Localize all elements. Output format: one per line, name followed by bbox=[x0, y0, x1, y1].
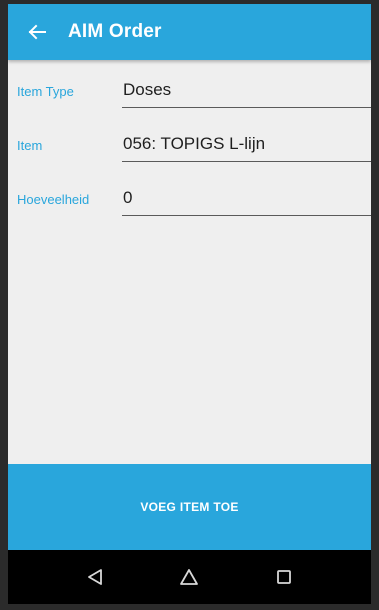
home-icon bbox=[180, 569, 199, 585]
item-select[interactable]: 056: TOPIGS L-lijn bbox=[122, 128, 371, 162]
add-item-button[interactable]: VOEG ITEM TOE bbox=[8, 464, 371, 550]
system-nav-bar bbox=[8, 550, 371, 604]
app-bar: AIM Order bbox=[8, 4, 371, 60]
nav-back-button[interactable] bbox=[75, 557, 115, 597]
item-type-row: Item Type Doses bbox=[8, 70, 371, 110]
quantity-row: Hoeveelheid 0 bbox=[8, 178, 371, 218]
item-row: Item 056: TOPIGS L-lijn bbox=[8, 124, 371, 164]
page-title: AIM Order bbox=[68, 21, 162, 42]
square-recents-icon bbox=[276, 570, 291, 584]
arrow-left-icon bbox=[28, 24, 46, 40]
back-button[interactable] bbox=[22, 17, 52, 47]
nav-recents-button[interactable] bbox=[264, 557, 304, 597]
quantity-input[interactable]: 0 bbox=[122, 182, 371, 216]
item-type-label: Item Type bbox=[17, 84, 74, 99]
quantity-label: Hoeveelheid bbox=[17, 192, 90, 207]
phone-frame: AIM Order Item Type Doses Item 056: TOPI… bbox=[0, 0, 379, 610]
triangle-back-icon bbox=[88, 569, 103, 585]
item-label: Item bbox=[17, 138, 43, 153]
nav-home-button[interactable] bbox=[169, 557, 209, 597]
app-screen: AIM Order Item Type Doses Item 056: TOPI… bbox=[8, 4, 371, 604]
item-type-select[interactable]: Doses bbox=[122, 74, 371, 108]
